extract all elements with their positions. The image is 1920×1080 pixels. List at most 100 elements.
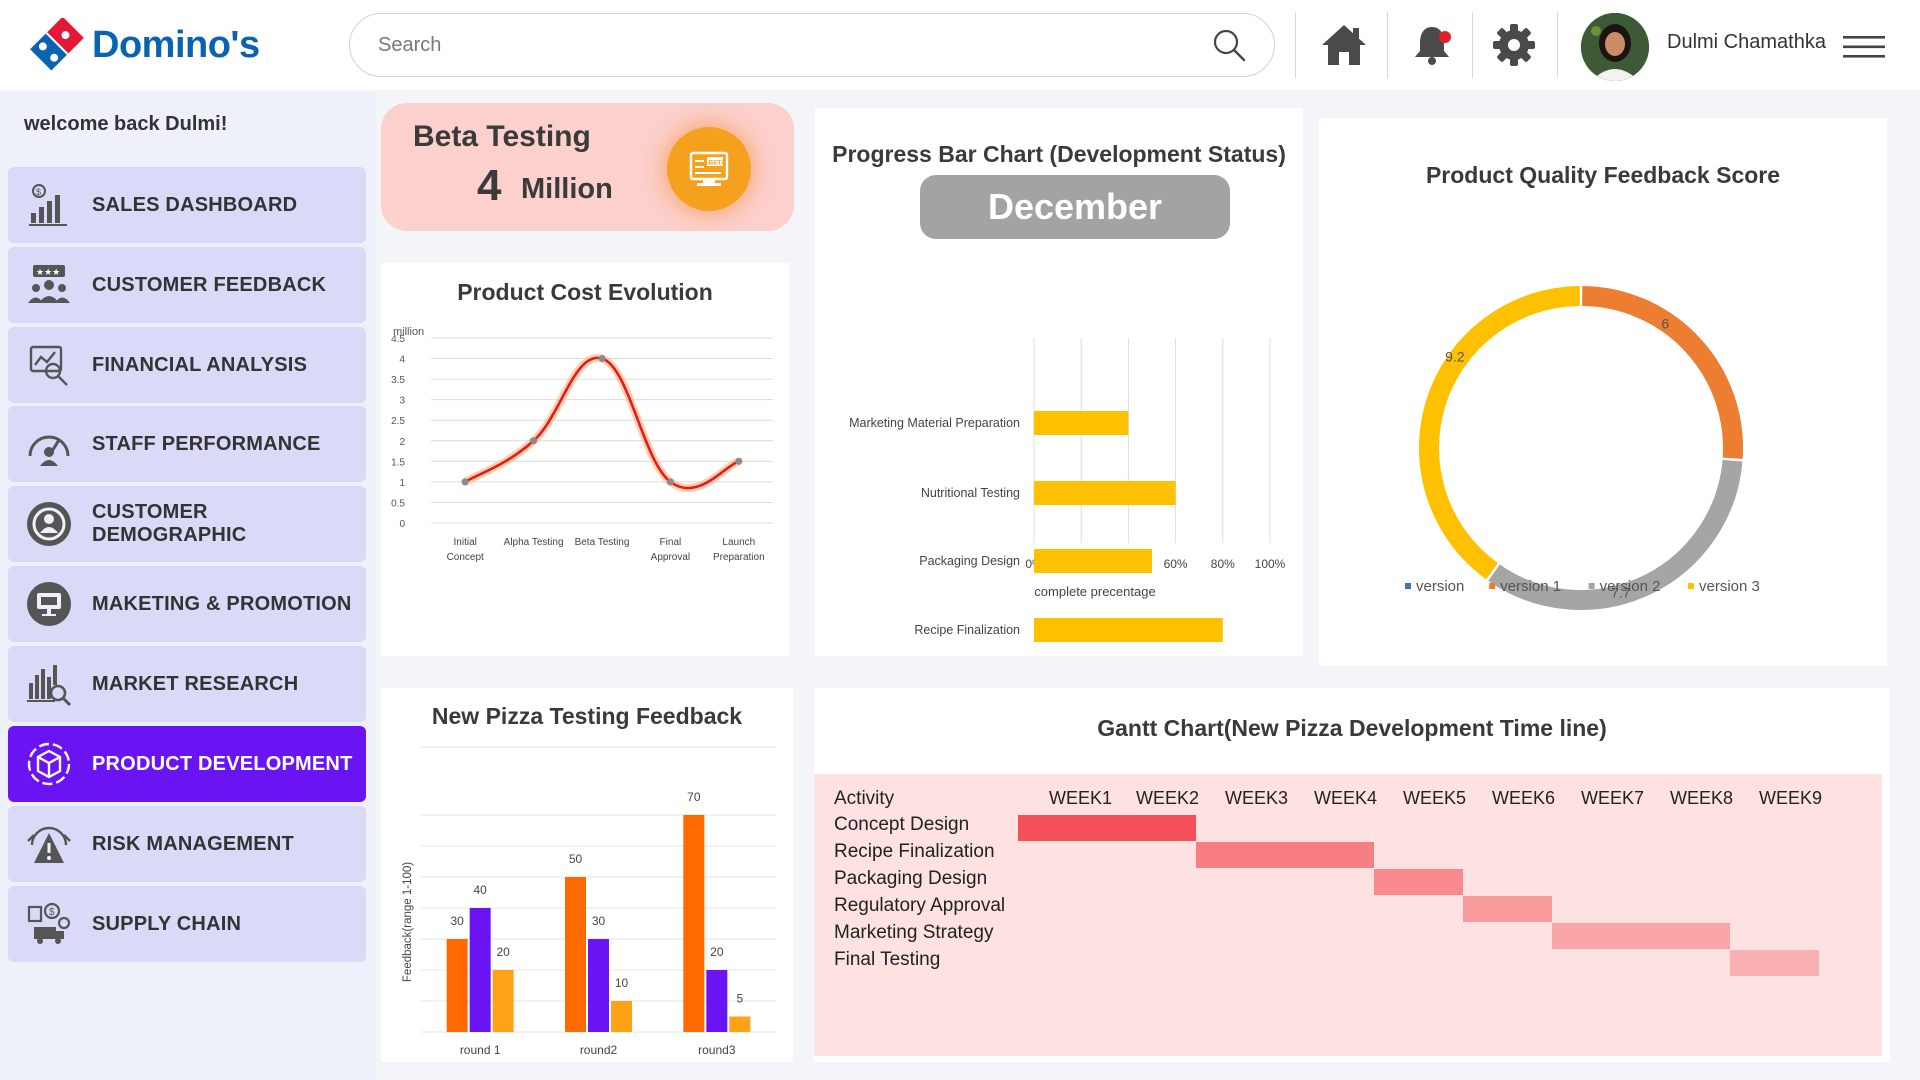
beta-card-title: Beta Testing — [413, 120, 591, 153]
sidebar-item-marketing-promotion[interactable]: MAKETING & PROMOTION — [8, 566, 366, 642]
y-tick-label: 1 — [399, 478, 405, 489]
data-label: 40 — [473, 883, 487, 897]
x-tick-label: round2 — [580, 1043, 618, 1057]
gantt-task-bar — [1018, 815, 1196, 841]
pizza-feedback-chart: 30 40 20 round 1 50 30 10 round2 70 20 5 round3 Feed… — [402, 746, 776, 1057]
sidebar-item-market-research[interactable]: MARKET RESEARCH — [8, 646, 366, 722]
legend-swatch — [1688, 583, 1694, 589]
y-tick-label: 1.5 — [391, 457, 405, 468]
progress-bar — [1034, 481, 1176, 505]
sidebar-item-risk-management[interactable]: RISK MANAGEMENT — [8, 806, 366, 882]
sidebar-item-label: CUSTOMER DEMOGRAPHIC — [92, 501, 247, 546]
bar — [469, 908, 491, 1032]
product-cost-card: Product Cost Evolution million 0 0.5 1 1.5 2 2… — [381, 263, 789, 656]
beta-card-unit: Million — [521, 173, 613, 205]
series-glow — [461, 353, 743, 493]
sidebar-item-sales-dashboard[interactable]: $ SALES DASHBOARD — [8, 167, 366, 243]
sidebar-item-customer-feedback[interactable]: ★★★ CUSTOMER FEEDBACK — [8, 247, 366, 323]
bell-icon — [1415, 27, 1451, 65]
bar — [729, 1016, 751, 1032]
sidebar-item-label: SUPPLY CHAIN — [92, 912, 242, 935]
data-point — [666, 478, 674, 486]
sidebar-item-label: FINANCIAL ANALYSIS — [92, 353, 308, 376]
y-tick-label: 3.5 — [391, 375, 405, 386]
customer-feedback-icon: ★★★ — [24, 260, 74, 310]
progress-bar — [1034, 549, 1152, 573]
y-tick-label: 0.5 — [391, 498, 405, 509]
chart-title: Progress Bar Chart (Development Status) — [832, 141, 1286, 167]
brand-name: Domino's — [92, 23, 260, 66]
customer-demographic-icon — [24, 499, 74, 549]
x-tick-label: Preparation — [713, 552, 765, 563]
sidebar: welcome back Dulmi! $ SALES DASHBOARD ★★… — [0, 93, 376, 1080]
bar — [611, 1001, 632, 1032]
sidebar-item-product-development[interactable]: PRODUCT DEVELOPMENT — [8, 726, 366, 802]
beta-badge-icon: BETA — [667, 127, 751, 211]
slice-label: 9.2 — [1445, 349, 1465, 365]
category-label: Nutritional Testing — [921, 486, 1020, 500]
x-axis-label: complete precentage — [1034, 584, 1155, 599]
header-divider — [1387, 12, 1388, 78]
market-research-icon — [24, 659, 74, 709]
x-tick-label: 60% — [1164, 557, 1188, 571]
home-button[interactable] — [1318, 20, 1370, 70]
menu-icon[interactable] — [1843, 34, 1885, 60]
user-avatar-icon — [1581, 13, 1649, 81]
y-tick-label: 4.5 — [391, 334, 405, 345]
gantt-task-label: Packaging Design — [834, 868, 988, 889]
x-tick-label: Concept — [447, 552, 484, 563]
legend-label: version 3 — [1699, 578, 1760, 595]
settings-button[interactable] — [1488, 20, 1540, 70]
y-tick-label: 2 — [399, 437, 405, 448]
data-label: 20 — [496, 945, 510, 959]
chart-title: Product Quality Feedback Score — [1425, 162, 1781, 188]
gantt-week-header: WEEK9 — [1759, 788, 1823, 808]
pizza-feedback-card: New Pizza Testing Feedback 30 40 20 round 1… — [381, 688, 793, 1062]
data-label: 5 — [736, 992, 743, 1006]
progress-bar-card: Progress Bar Chart (Development Status) … — [815, 108, 1303, 656]
header-divider — [1557, 12, 1558, 78]
search-input[interactable] — [378, 14, 1198, 76]
progress-bar — [1034, 411, 1129, 435]
gantt-week-header: WEEK8 — [1670, 788, 1734, 808]
top-header: Domino's Search Dulmi Chamathka — [0, 0, 1920, 90]
gantt-task-bar — [1730, 950, 1819, 976]
dashboard-root: Domino's Search Dulmi Chamathka welcome … — [0, 0, 1920, 1080]
gantt-week-header: WEEK2 — [1136, 788, 1200, 808]
legend-swatch — [1489, 583, 1496, 589]
data-label: 50 — [569, 852, 583, 866]
bar — [492, 970, 514, 1032]
notifications-button[interactable] — [1406, 20, 1458, 70]
x-tick-label: Initial — [454, 537, 477, 548]
bar — [565, 877, 586, 1032]
legend-swatch — [1405, 583, 1411, 589]
y-tick-label: 2.5 — [391, 416, 405, 427]
sidebar-item-staff-performance[interactable]: STAFF PERFORMANCE — [8, 406, 366, 482]
month-selector-button[interactable]: December — [920, 175, 1230, 239]
gantt-task-bar — [1463, 896, 1552, 922]
y-tick-label: 3 — [399, 396, 405, 407]
gantt-week-header: WEEK1 — [1049, 788, 1113, 808]
user-name[interactable]: Dulmi Chamathka — [1667, 31, 1826, 54]
home-icon — [1322, 25, 1366, 65]
gear-icon — [1493, 24, 1535, 66]
brand-logo[interactable]: Domino's — [30, 10, 270, 80]
x-tick-label: Launch — [722, 537, 755, 548]
sidebar-item-financial-analysis[interactable]: FINANCIAL ANALYSIS — [8, 327, 366, 403]
supply-chain-icon: $ — [24, 899, 74, 949]
search-box[interactable] — [349, 13, 1275, 77]
sidebar-item-label: MARKET RESEARCH — [92, 672, 299, 695]
data-point — [461, 478, 469, 486]
data-label: 70 — [687, 790, 701, 804]
sidebar-item-label: RISK MANAGEMENT — [92, 832, 294, 855]
chart-title: New Pizza Testing Feedback — [431, 703, 743, 729]
avatar[interactable] — [1581, 13, 1649, 81]
search-icon[interactable] — [1212, 28, 1246, 62]
sidebar-item-supply-chain[interactable]: $ SUPPLY CHAIN — [8, 886, 366, 962]
gantt-task-label: Recipe Finalization — [834, 841, 995, 862]
progress-bar-chart: 0%20%40%60%80%100%Marketing Material Pre… — [849, 338, 1286, 642]
product-box-icon — [24, 739, 74, 789]
sales-chart-icon: $ — [24, 180, 74, 230]
sidebar-item-customer-demographic[interactable]: CUSTOMER DEMOGRAPHIC — [8, 486, 366, 562]
svg-text:$: $ — [49, 907, 55, 918]
